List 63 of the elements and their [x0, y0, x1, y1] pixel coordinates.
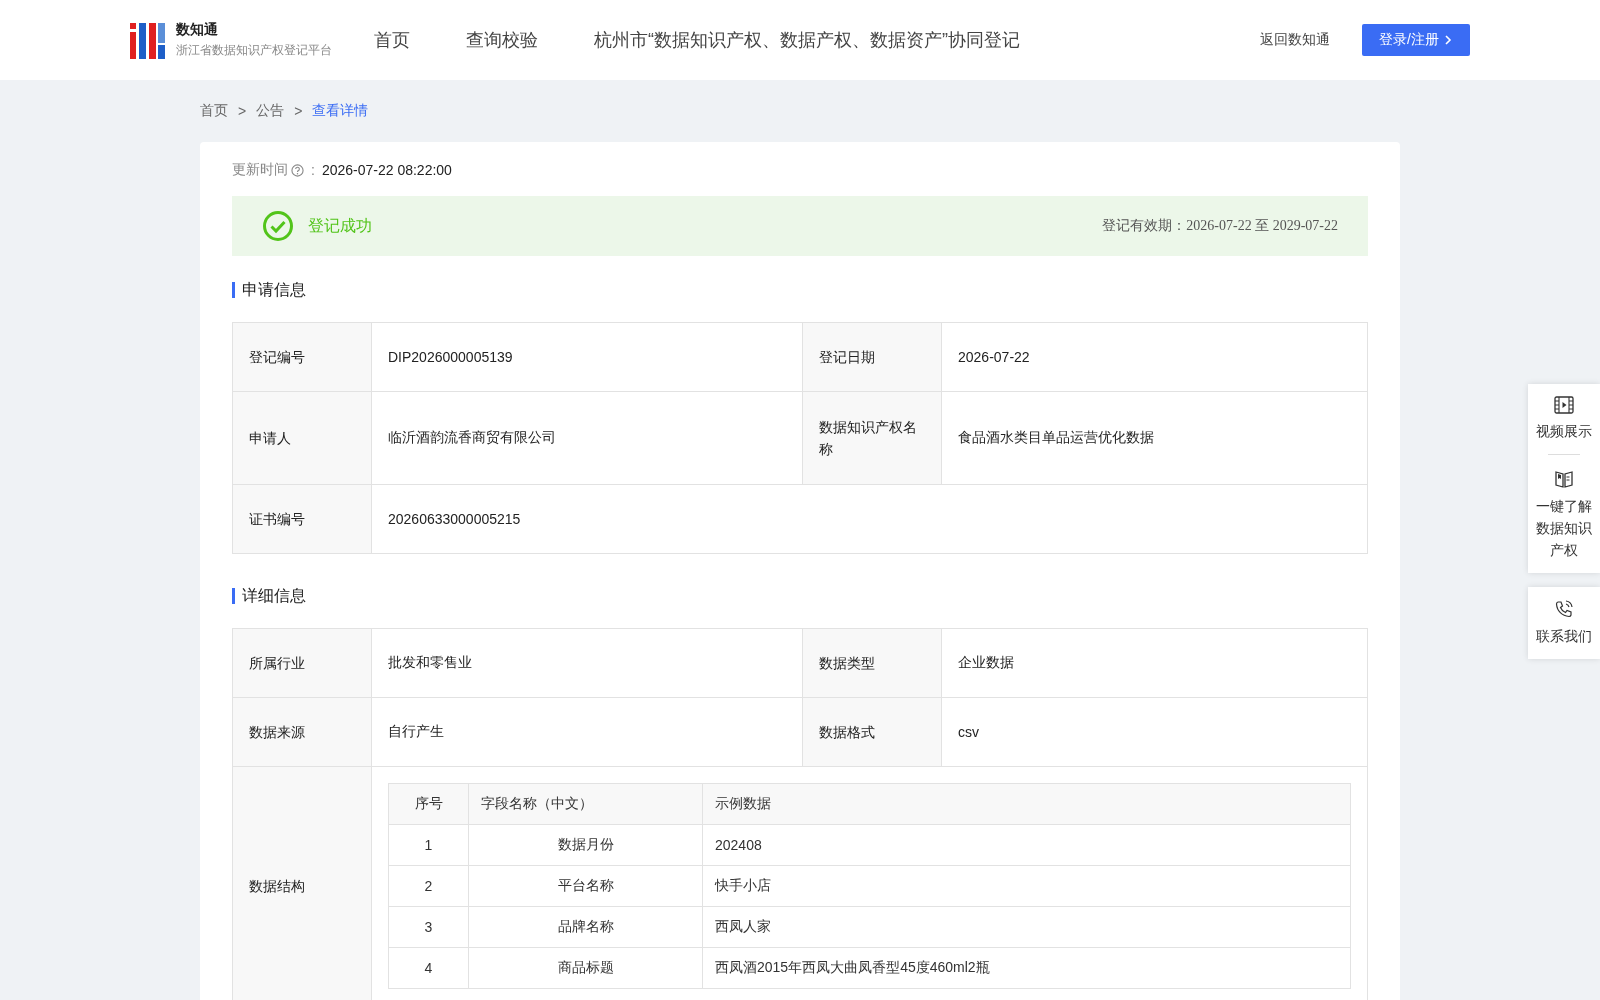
nav-link[interactable]: 查询校验	[466, 28, 538, 52]
back-link[interactable]: 返回数知通	[1260, 31, 1330, 49]
column-header: 序号	[388, 783, 469, 825]
table-cell: 西凤人家	[702, 906, 1351, 948]
side-link[interactable]: 视频展示	[1534, 396, 1594, 442]
check-circle-icon	[262, 210, 294, 242]
table-cell: 2	[388, 865, 469, 907]
table-cell: 202408	[702, 824, 1351, 866]
column-header: 字段名称（中文）	[468, 783, 703, 825]
field-label: 所属行业	[232, 628, 372, 698]
field-value: csv	[941, 697, 1368, 767]
breadcrumb-separator: >	[294, 103, 303, 119]
field-label: 证书编号	[232, 484, 372, 554]
breadcrumb-link[interactable]: 查看详情	[312, 102, 369, 120]
breadcrumb-link[interactable]: 首页	[200, 102, 228, 120]
update-time: 2026-07-22 08:22:00	[321, 162, 452, 178]
field-label: 数据类型	[802, 628, 942, 698]
table-cell: 4	[388, 947, 469, 989]
update-colon: :	[311, 162, 315, 178]
breadcrumb-link[interactable]: 公告	[256, 102, 285, 120]
section-title: 详细信息	[232, 588, 1368, 604]
field-value: 食品酒水类目单品运营优化数据	[941, 391, 1368, 485]
validity-period: 登记有效期：2026-07-22 至 2029-07-22	[1102, 217, 1338, 235]
field-label: 数据格式	[802, 697, 942, 767]
table-cell: 快手小店	[702, 865, 1351, 907]
field-value: 20260633000005215	[371, 484, 1368, 554]
book-icon	[1554, 469, 1574, 489]
table-cell: 平台名称	[468, 865, 703, 907]
side-link[interactable]: 联系我们	[1534, 599, 1594, 647]
update-label: 更新时间	[232, 161, 288, 179]
status-text: 登记成功	[308, 215, 372, 236]
field-label: 数据知识产权名称	[802, 391, 942, 485]
breadcrumb-separator: >	[238, 103, 247, 119]
field-label: 数据来源	[232, 697, 372, 767]
help-icon	[291, 163, 304, 177]
film-icon	[1554, 396, 1574, 414]
phone-icon	[1554, 599, 1574, 619]
logo-subtitle: 浙江省数据知识产权登记平台	[176, 42, 332, 59]
field-label: 登记日期	[802, 322, 942, 392]
nav-link[interactable]: 杭州市“数据知识产权、数据产权、数据资产”协同登记	[594, 28, 1020, 52]
nav-link[interactable]: 首页	[374, 28, 410, 52]
field-value: 自行产生	[371, 697, 803, 767]
section-title: 申请信息	[232, 282, 1368, 298]
field-value: DIP2026000005139	[371, 322, 803, 392]
field-value: 批发和零售业	[371, 628, 803, 698]
logo-name: 数知通	[176, 21, 219, 39]
field-label: 登记编号	[232, 322, 372, 392]
field-value: 临沂酒韵流香商贸有限公司	[371, 391, 803, 485]
table-cell: 商品标题	[468, 947, 703, 989]
table-cell: 数据月份	[468, 824, 703, 866]
field-label: 申请人	[232, 391, 372, 485]
column-header: 示例数据	[702, 783, 1351, 825]
table-cell: 1	[388, 824, 469, 866]
side-link[interactable]: 一键了解数据知识产权	[1534, 469, 1594, 561]
table-cell: 3	[388, 906, 469, 948]
field-label: 数据结构	[232, 766, 372, 1000]
logo-icon	[130, 21, 166, 59]
chevron-right-icon	[1442, 34, 1453, 46]
field-value: 2026-07-22	[941, 322, 1368, 392]
table-cell: 西凤酒2015年西凤大曲凤香型45度460ml2瓶	[702, 947, 1351, 989]
field-value: 企业数据	[941, 628, 1368, 698]
login-button[interactable]: 登录/注册	[1362, 24, 1470, 56]
table-cell: 品牌名称	[468, 906, 703, 948]
